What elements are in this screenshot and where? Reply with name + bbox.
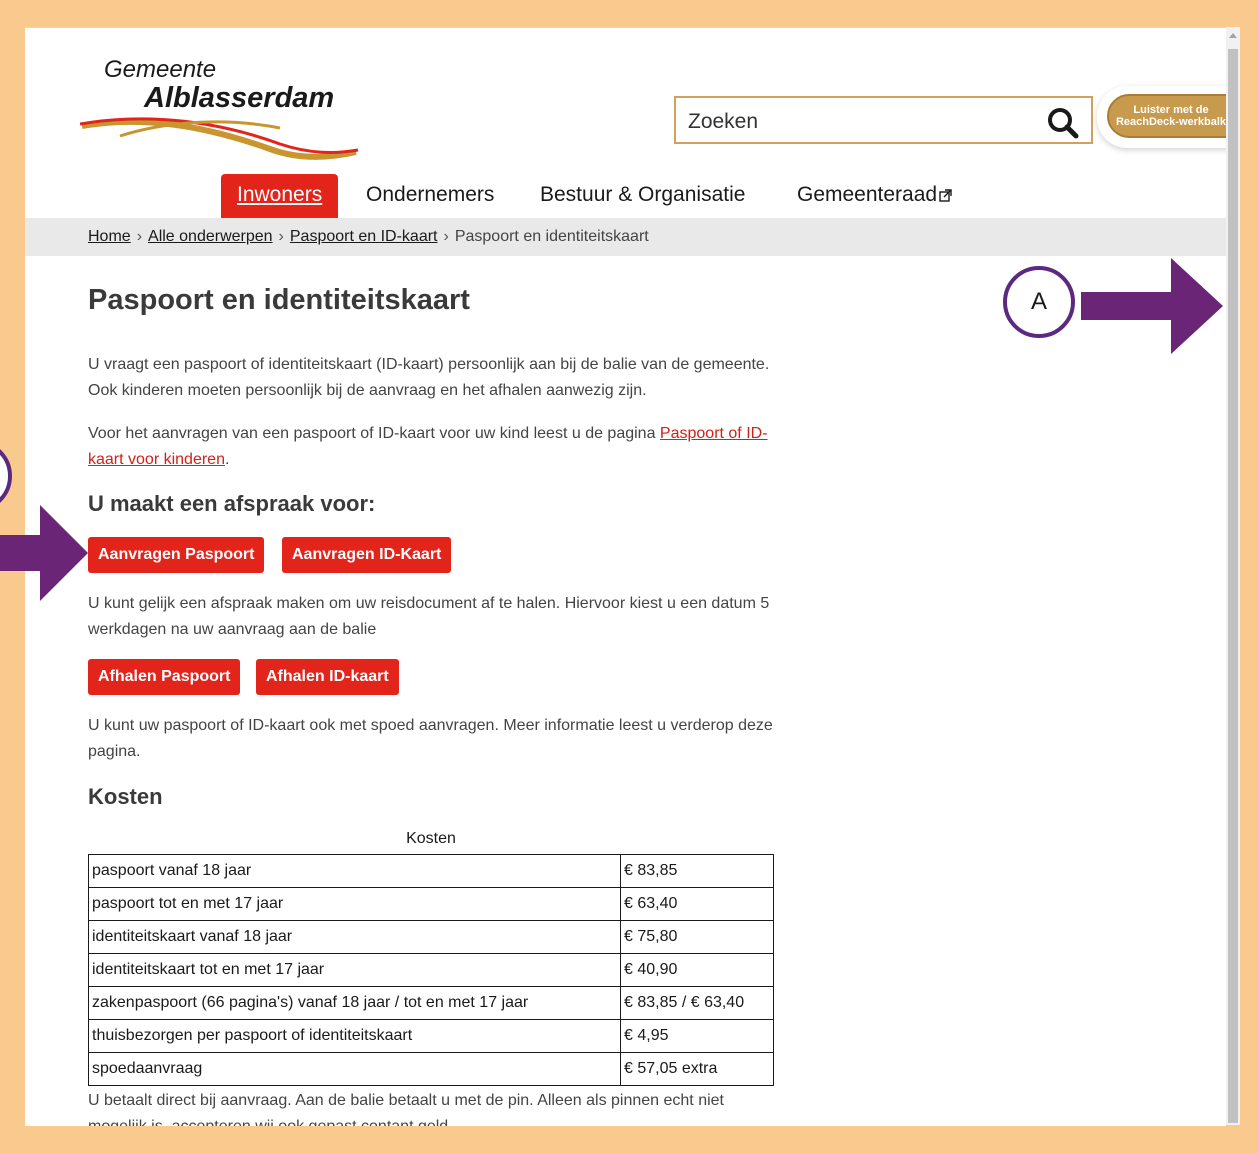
cost-price: € 83,85	[620, 854, 774, 888]
breadcrumb-bar: Home › Alle onderwerpen › Paspoort en ID-kaa…	[25, 218, 1226, 256]
nav-gemeenteraad[interactable]: Gemeenteraad	[797, 174, 952, 218]
appointment-heading: U maakt een afspraak voor:	[88, 491, 376, 516]
table-row: paspoort tot en met 17 jaar € 63,40	[88, 887, 774, 921]
costs-table-caption: Kosten	[406, 830, 456, 847]
apply-passport-button[interactable]: Aanvragen Paspoort	[88, 537, 265, 573]
cost-price: € 4,95	[620, 1019, 774, 1053]
nav-ondernemers[interactable]: Ondernemers	[366, 174, 494, 218]
breadcrumb-current: Paspoort en identiteitskaart	[454, 228, 649, 245]
intro-text: U vraagt een paspoort of identiteitskaar…	[88, 356, 770, 399]
table-row: paspoort vanaf 18 jaar € 83,85	[88, 854, 774, 888]
cost-item: identiteitskaart tot en met 17 jaar	[88, 953, 621, 987]
child-info-end: .	[224, 451, 230, 468]
scrollbar[interactable]	[1226, 27, 1240, 1125]
cost-item: paspoort vanaf 18 jaar	[88, 854, 621, 888]
cost-item: spoedaanvraag	[88, 1052, 621, 1086]
pickup-passport-button[interactable]: Afhalen Paspoort	[88, 659, 241, 695]
breadcrumb-home[interactable]: Home	[88, 228, 131, 245]
cost-item: identiteitskaart vanaf 18 jaar	[88, 920, 621, 954]
child-info-prefix: Voor het aanvragen van een paspoort of I…	[88, 425, 660, 442]
cost-item: paspoort tot en met 17 jaar	[88, 887, 621, 921]
costs-table: paspoort vanaf 18 jaar € 83,85 paspoort t…	[88, 854, 774, 1086]
apply-id-card-button[interactable]: Aanvragen ID-Kaart	[282, 537, 452, 573]
breadcrumb-alle-onderwerpen[interactable]: Alle onderwerpen	[148, 228, 273, 245]
pickup-info-text: U kunt gelijk een afspraak maken om uw r…	[88, 595, 770, 638]
reachdeck-button[interactable]: Luister met de ReachDeck-werkbalk	[1107, 94, 1226, 138]
municipality-logo[interactable]: Gemeente Alblasserdam	[80, 54, 360, 164]
reachdeck-widget: Luister met de ReachDeck-werkbalk	[1097, 86, 1226, 148]
annotation-arrow-b-icon	[0, 505, 88, 601]
logo-swoosh-icon	[80, 117, 359, 160]
external-link-icon	[939, 189, 952, 202]
nav-inwoners[interactable]: Inwoners	[221, 174, 339, 218]
table-row: spoedaanvraag € 57,05 extra	[88, 1052, 774, 1086]
pickup-id-card-button[interactable]: Afhalen ID-kaart	[256, 659, 399, 695]
table-row: thuisbezorgen per paspoort of identiteit…	[88, 1019, 774, 1053]
search-box	[674, 96, 1093, 144]
cost-item: thuisbezorgen per paspoort of identiteit…	[88, 1019, 621, 1053]
page-title: Paspoort en identiteitskaart	[88, 284, 470, 316]
breadcrumb-paspoort-id-kaart[interactable]: Paspoort en ID-kaart	[290, 228, 438, 245]
breadcrumb-separator: ›	[136, 228, 143, 245]
scroll-up-icon[interactable]	[1229, 33, 1237, 38]
breadcrumb: Home › Alle onderwerpen › Paspoort en ID-kaa…	[88, 228, 649, 246]
cost-price: € 83,85 / € 63,40	[620, 986, 774, 1020]
costs-heading: Kosten	[88, 784, 163, 809]
annotation-marker-a: A	[1003, 266, 1075, 338]
table-row: identiteitskaart vanaf 18 jaar € 75,80	[88, 920, 774, 954]
nav-bestuur-organisatie[interactable]: Bestuur & Organisatie	[540, 174, 745, 218]
cost-price: € 63,40	[620, 887, 774, 921]
child-info-text: Voor het aanvragen van een paspoort of I…	[88, 421, 778, 473]
table-row: identiteitskaart tot en met 17 jaar € 40,…	[88, 953, 774, 987]
cost-price: € 75,80	[620, 920, 774, 954]
cost-price: € 57,05 extra	[620, 1052, 774, 1086]
payment-info-text: U betaalt direct bij aanvraag. Aan de ba…	[88, 1092, 724, 1126]
cost-price: € 40,90	[620, 953, 774, 987]
annotation-arrow-a-icon	[1081, 258, 1223, 354]
search-icon[interactable]	[1047, 107, 1079, 139]
table-row: zakenpaspoort (66 pagina's) vanaf 18 jaa…	[88, 986, 774, 1020]
breadcrumb-separator: ›	[443, 228, 449, 245]
breadcrumb-separator: ›	[278, 228, 284, 245]
nav-gemeenteraad-label: Gemeenteraad	[797, 183, 938, 206]
browser-viewport: Gemeente Alblasserdam Luister met de Rea…	[25, 27, 1226, 1126]
logo-text-gemeente: Gemeente	[104, 56, 217, 83]
cost-item: zakenpaspoort (66 pagina's) vanaf 18 jaa…	[88, 986, 621, 1020]
scrollbar-thumb[interactable]	[1228, 49, 1238, 1123]
urgent-info-text: U kunt uw paspoort of ID-kaart ook met s…	[88, 717, 773, 760]
search-input[interactable]	[686, 108, 1030, 136]
